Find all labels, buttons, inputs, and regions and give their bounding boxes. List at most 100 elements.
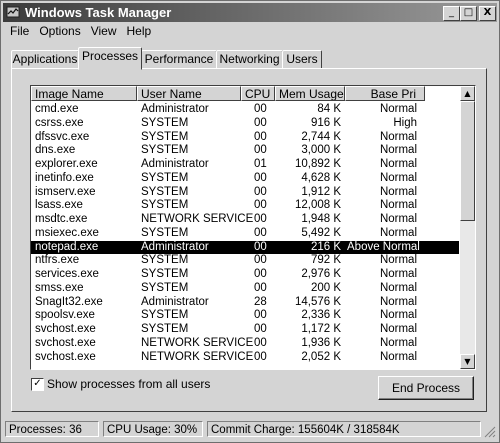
table-row[interactable]: cmd.exe Administrator 00 84 K Normal (31, 103, 459, 117)
tab-networking[interactable]: Networking (216, 50, 283, 69)
table-row[interactable]: csrss.exe SYSTEM 00 916 K High (31, 117, 459, 131)
end-process-button[interactable]: End Process (378, 376, 474, 400)
cell-image-name: ntfrs.exe (35, 254, 80, 267)
cell-mem-usage: 10,892 K (294, 158, 341, 170)
minimize-button[interactable]: _ (443, 6, 460, 21)
window-title: Windows Task Manager (25, 5, 172, 20)
cell-cpu: 00 (254, 226, 267, 239)
table-row[interactable]: services.exe SYSTEM 00 2,976 K Normal (31, 268, 459, 282)
process-rows: cmd.exe Administrator 00 84 K Normal csrss.ex… (31, 103, 459, 364)
table-row[interactable]: ntfrs.exe SYSTEM 00 792 K Normal (31, 254, 459, 268)
cell-user-name: NETWORK SERVICE (141, 350, 254, 363)
column-mem-usage[interactable]: Mem Usage (275, 86, 345, 101)
cell-user-name: SYSTEM (141, 268, 189, 280)
title-bar[interactable]: Windows Task Manager _ □ X (3, 3, 497, 22)
cell-image-name: notepad.exe (35, 240, 99, 253)
cell-user-name: SYSTEM (141, 281, 189, 294)
menu-file[interactable]: File (5, 24, 34, 38)
tab-users[interactable]: Users (282, 50, 322, 69)
tab-applications[interactable]: Applications (11, 50, 79, 69)
table-row[interactable]: spoolsv.exe SYSTEM 00 2,336 K Normal (31, 309, 459, 323)
column-cpu[interactable]: CPU (241, 86, 275, 101)
table-row[interactable]: svchost.exe SYSTEM 00 1,172 K Normal (31, 323, 459, 337)
table-row[interactable]: svchost.exe NETWORK SERVICE 00 1,936 K Norma… (31, 337, 459, 351)
table-row[interactable]: notepad.exe Administrator 00 216 K Above Nor… (31, 240, 459, 255)
cell-base-pri: Above Normal (347, 240, 420, 253)
cell-cpu: 00 (254, 323, 267, 335)
cell-user-name: Administrator (141, 295, 209, 308)
show-all-users-checkbox[interactable]: ✓ (31, 378, 44, 391)
maximize-button[interactable]: □ (460, 6, 477, 21)
cell-mem-usage: 3,000 K (301, 144, 341, 157)
cell-cpu: 00 (254, 240, 267, 253)
cell-mem-usage: 1,172 K (301, 323, 341, 335)
process-list[interactable]: Image Name User Name CPU Mem Usage Base … (30, 85, 476, 370)
table-row[interactable]: SnagIt32.exe Administrator 28 14,576 K Norma… (31, 296, 459, 310)
status-cpu-usage: CPU Usage: 30% (103, 421, 203, 437)
cell-mem-usage: 200 K (310, 281, 341, 294)
cell-user-name: SYSTEM (141, 254, 189, 267)
table-row[interactable]: lsass.exe SYSTEM 00 12,008 K Normal (31, 199, 459, 213)
cell-user-name: SYSTEM (141, 199, 189, 212)
cell-mem-usage: 2,336 K (301, 309, 341, 322)
checkmark-icon: ✓ (33, 378, 42, 389)
cell-cpu: 00 (254, 185, 267, 198)
cell-base-pri: Normal (379, 254, 417, 267)
cell-cpu: 00 (254, 116, 267, 129)
cell-mem-usage: 1,936 K (301, 336, 341, 349)
cell-mem-usage: 2,052 K (301, 350, 341, 363)
cell-image-name: svchost.exe (35, 336, 96, 349)
tab-processes[interactable]: Processes (78, 47, 142, 70)
table-row[interactable]: msiexec.exe SYSTEM 00 5,492 K Normal (31, 227, 459, 241)
table-row[interactable]: ismserv.exe SYSTEM 00 1,912 K Normal (31, 186, 459, 200)
cell-base-pri: Normal (379, 185, 417, 198)
cell-image-name: lsass.exe (35, 199, 83, 212)
scroll-up-icon[interactable]: ▲ (460, 86, 475, 101)
resize-grip-icon[interactable] (484, 426, 496, 438)
table-row[interactable]: dns.exe SYSTEM 00 3,000 K Normal (31, 144, 459, 158)
menu-bar: File Options View Help (5, 24, 156, 41)
cell-base-pri: Normal (379, 323, 417, 335)
menu-view[interactable]: View (86, 24, 122, 38)
table-row[interactable]: dfssvc.exe SYSTEM 00 2,744 K Normal (31, 131, 459, 145)
cell-base-pri: Normal (379, 226, 417, 239)
cell-image-name: explorer.exe (35, 158, 98, 170)
vertical-scrollbar[interactable]: ▲ ▼ (460, 86, 475, 369)
table-row[interactable]: explorer.exe Administrator 01 10,892 K Norma… (31, 158, 459, 172)
table-row[interactable]: smss.exe SYSTEM 00 200 K Normal (31, 282, 459, 296)
tab-performance[interactable]: Performance (141, 50, 217, 69)
scroll-down-icon[interactable]: ▼ (460, 354, 475, 369)
cell-cpu: 00 (254, 103, 267, 115)
table-row[interactable]: inetinfo.exe SYSTEM 00 4,628 K Normal (31, 172, 459, 186)
table-row[interactable]: msdtc.exe NETWORK SERVICE 00 1,948 K Normal (31, 213, 459, 227)
status-bar: Processes: 36 CPU Usage: 30% Commit Char… (3, 421, 497, 439)
cell-image-name: smss.exe (35, 281, 84, 294)
cell-cpu: 00 (254, 281, 267, 294)
menu-help[interactable]: Help (122, 24, 157, 38)
task-manager-window: Windows Task Manager _ □ X File Options Vi… (0, 0, 500, 443)
close-button[interactable]: X (479, 6, 496, 21)
cell-image-name: dns.exe (35, 144, 76, 157)
cell-image-name: svchost.exe (35, 323, 96, 335)
cell-cpu: 28 (254, 295, 267, 308)
column-user-name[interactable]: User Name (137, 86, 241, 101)
cell-base-pri: Normal (379, 130, 417, 143)
table-row[interactable]: svchost.exe NETWORK SERVICE 00 2,052 K Norma… (31, 351, 459, 365)
column-image-name[interactable]: Image Name (31, 86, 137, 101)
cell-base-pri: High (393, 116, 417, 129)
cell-user-name: SYSTEM (141, 226, 189, 239)
cell-image-name: dfssvc.exe (35, 130, 90, 143)
cell-cpu: 00 (254, 309, 267, 322)
cell-cpu: 00 (254, 350, 267, 363)
column-base-pri[interactable]: Base Pri (345, 86, 425, 101)
cell-mem-usage: 216 K (310, 240, 341, 253)
cell-base-pri: Normal (379, 199, 417, 212)
cell-image-name: SnagIt32.exe (35, 295, 103, 308)
cell-user-name: SYSTEM (141, 185, 189, 198)
scroll-thumb[interactable] (460, 101, 475, 221)
cell-base-pri: Normal (379, 295, 417, 308)
menu-options[interactable]: Options (34, 24, 85, 38)
cell-cpu: 00 (254, 130, 267, 143)
cell-cpu: 00 (254, 213, 267, 225)
cell-image-name: spoolsv.exe (35, 309, 95, 322)
